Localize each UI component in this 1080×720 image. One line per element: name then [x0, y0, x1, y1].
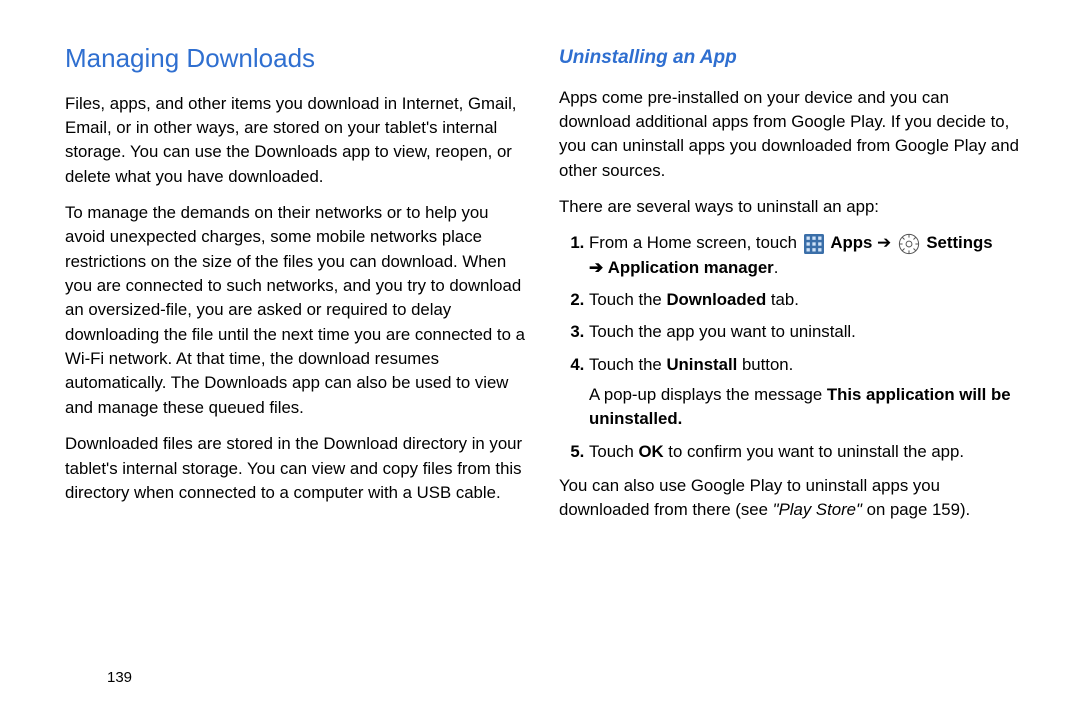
step-2: Touch the Downloaded tab. — [589, 288, 1025, 312]
right-paragraph-1: Apps come pre-installed on your device a… — [559, 86, 1025, 183]
step-4-popup-a: A pop-up displays the message — [589, 385, 827, 404]
step-3: Touch the app you want to uninstall. — [589, 320, 1025, 344]
manual-page: Managing Downloads Files, apps, and othe… — [0, 0, 1080, 720]
right-p3-c: on page 159). — [862, 500, 970, 519]
step-4-b: Uninstall — [666, 355, 737, 374]
step-1-settings-label: Settings — [926, 233, 992, 252]
left-column: Managing Downloads Files, apps, and othe… — [65, 40, 531, 690]
step-1-apps-label: Apps — [830, 233, 872, 252]
step-5-b: OK — [638, 442, 663, 461]
arrow-icon: ➔ — [877, 233, 891, 252]
step-5: Touch OK to confirm you want to uninstal… — [589, 440, 1025, 464]
uninstall-steps: From a Home screen, touch Apps ➔ — [559, 231, 1025, 464]
step-5-a: Touch — [589, 442, 638, 461]
arrow-icon: ➔ — [589, 258, 603, 277]
step-2-b: Downloaded — [666, 290, 766, 309]
step-2-c: tab. — [766, 290, 799, 309]
page-number: 139 — [107, 669, 132, 686]
apps-icon — [804, 234, 824, 254]
step-1-period: . — [774, 258, 779, 277]
right-heading: Uninstalling an App — [559, 44, 1025, 72]
step-2-a: Touch the — [589, 290, 666, 309]
step-1-prefix: From a Home screen, touch — [589, 233, 797, 252]
step-4-c: button. — [737, 355, 793, 374]
left-paragraph-2: To manage the demands on their networks … — [65, 201, 531, 420]
gear-icon — [898, 233, 920, 255]
right-paragraph-2: There are several ways to uninstall an a… — [559, 195, 1025, 219]
two-column-layout: Managing Downloads Files, apps, and othe… — [65, 40, 1025, 690]
step-4-popup: A pop-up displays the message This appli… — [589, 383, 1025, 432]
step-4-a: Touch the — [589, 355, 666, 374]
step-4: Touch the Uninstall button. A pop-up dis… — [589, 353, 1025, 432]
step-1-appmgr-label: Application manager — [608, 258, 774, 277]
left-paragraph-3: Downloaded files are stored in the Downl… — [65, 432, 531, 505]
left-paragraph-1: Files, apps, and other items you downloa… — [65, 92, 531, 189]
right-p3-b: "Play Store" — [773, 500, 862, 519]
left-heading: Managing Downloads — [65, 40, 531, 78]
step-1: From a Home screen, touch Apps ➔ — [589, 231, 1025, 280]
step-5-c: to confirm you want to uninstall the app… — [664, 442, 964, 461]
right-paragraph-3: You can also use Google Play to uninstal… — [559, 474, 1025, 523]
right-column: Uninstalling an App Apps come pre-instal… — [559, 40, 1025, 690]
